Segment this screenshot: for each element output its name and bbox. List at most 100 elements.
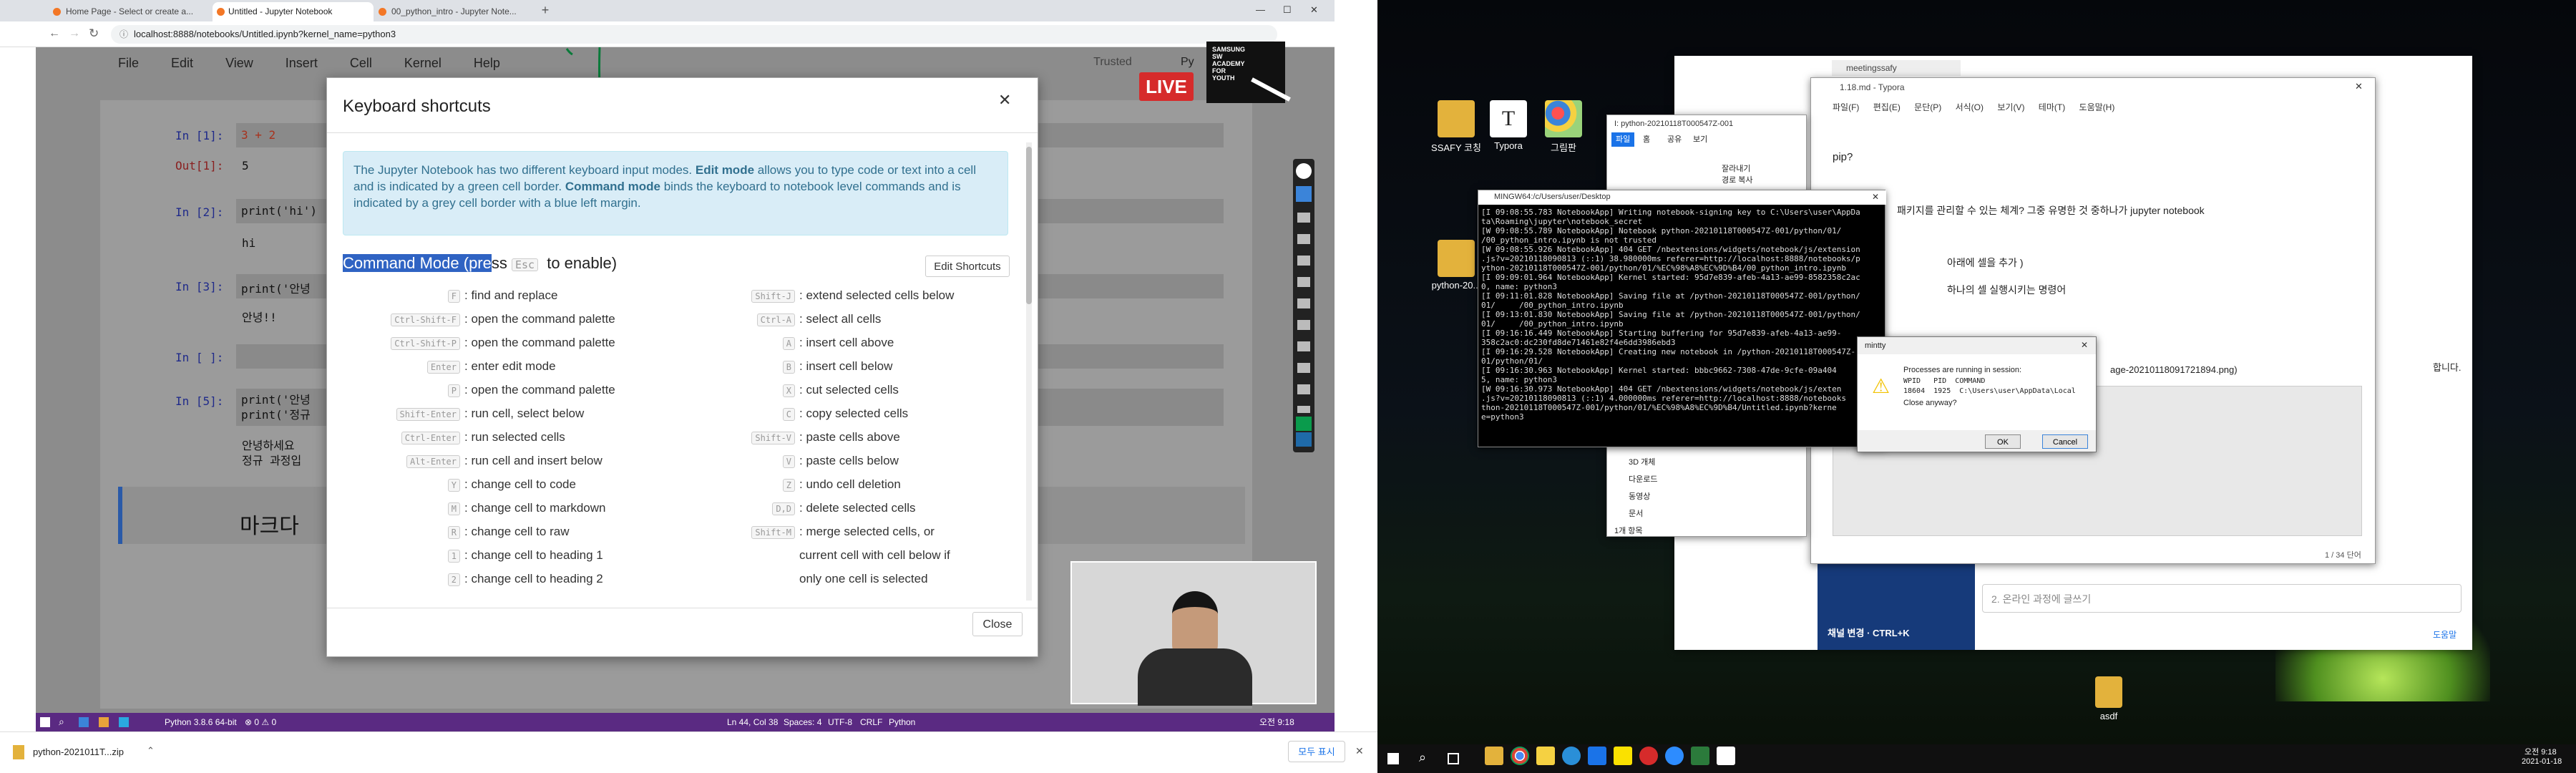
desktop-icon-paint[interactable]: 그림판 xyxy=(1524,100,1603,154)
search-icon[interactable]: ⌕ xyxy=(1419,750,1426,765)
menu-item[interactable]: 보기(V) xyxy=(1997,102,2024,112)
nav-item-3d[interactable]: 3D 개체 xyxy=(1629,456,1655,467)
explorer-tab[interactable]: 홈 xyxy=(1643,132,1650,147)
menu-edit[interactable]: Edit xyxy=(171,56,193,70)
browser-tab-home[interactable]: Home Page - Select or create a... xyxy=(50,2,211,21)
cancel-button[interactable]: Cancel xyxy=(2042,434,2088,449)
close-icon[interactable]: ✕ xyxy=(1310,4,1318,16)
windows-start-icon[interactable] xyxy=(1387,753,1399,764)
shortcut-key: Enter xyxy=(426,361,460,374)
mail-icon[interactable] xyxy=(1588,747,1606,765)
download-menu-icon[interactable]: ⌃ xyxy=(147,745,155,757)
ribbon-copy-path[interactable]: 경로 복사 xyxy=(1722,174,1753,185)
cursor-icon[interactable] xyxy=(1296,186,1312,202)
modal-scrollbar[interactable] xyxy=(1026,142,1032,601)
color-swatch-green[interactable] xyxy=(1296,417,1312,431)
scroll-thumb[interactable] xyxy=(1026,147,1032,304)
edit-shortcuts-button[interactable]: Edit Shortcuts xyxy=(925,256,1010,277)
new-tab-button[interactable]: + xyxy=(538,3,552,19)
search-icon[interactable]: ⌕ xyxy=(59,716,64,728)
nav-item-downloads[interactable]: 다운로드 xyxy=(1629,473,1657,485)
terminal-line: [W 09:08:55.926 NotebookApp] 404 GET /nb… xyxy=(1481,245,1860,254)
ok-button[interactable]: OK xyxy=(1985,434,2021,449)
address-bar[interactable]: ⓘ localhost:8888/notebooks/Untitled.ipyn… xyxy=(111,25,1277,44)
modal-close-button[interactable]: Close xyxy=(972,612,1023,636)
problems-count[interactable]: ⊗ 0 ⚠ 0 xyxy=(245,713,276,731)
app-icon[interactable] xyxy=(79,717,89,727)
desktop-icon-asdf[interactable]: asdf xyxy=(2069,676,2148,721)
dialog-close-icon[interactable]: ✕ xyxy=(2081,340,2088,350)
browser-tab-untitled[interactable]: Untitled - Jupyter Notebook xyxy=(213,2,374,21)
file-explorer-icon[interactable] xyxy=(1485,747,1503,765)
pen-tool-icon[interactable] xyxy=(1296,163,1312,179)
back-icon[interactable]: ← xyxy=(49,27,60,40)
dialog-title: mintty xyxy=(1865,341,1886,350)
modal-close-icon[interactable]: ✕ xyxy=(998,91,1011,110)
tab-label: Untitled - Jupyter Notebook xyxy=(228,6,333,16)
indent-setting[interactable]: Spaces: 4 xyxy=(784,713,821,731)
download-filename[interactable]: python-2021011T...zip xyxy=(33,747,124,757)
menu-help[interactable]: Help xyxy=(474,56,500,70)
menu-item[interactable]: 편집(E) xyxy=(1873,102,1901,112)
taskbar-time[interactable]: 오전 9:18 xyxy=(2524,746,2557,757)
eol[interactable]: CRLF xyxy=(860,713,882,731)
chrome-icon[interactable] xyxy=(1511,747,1529,765)
typora-icon: T xyxy=(1490,100,1527,137)
menu-item[interactable]: 도움말(H) xyxy=(2079,102,2115,112)
app-icon[interactable] xyxy=(1691,747,1709,765)
menu-item[interactable]: 테마(T) xyxy=(2039,102,2065,112)
message-input[interactable]: 2. 온라인 과정에 글쓰기 xyxy=(1982,584,2462,613)
show-all-button[interactable]: 모두 표시 xyxy=(1288,741,1345,762)
zoom-icon[interactable] xyxy=(1665,747,1684,765)
shortcut-key: 1 xyxy=(447,550,460,563)
terminal-icon[interactable] xyxy=(1717,747,1735,765)
encoding[interactable]: UTF-8 xyxy=(828,713,852,731)
terminal-line: 358c2ac0:dc230fd8de71461e82f4e6dd3986ebd… xyxy=(1481,338,1676,347)
typora-line: age-20210118091721894.png) xyxy=(2110,364,2238,375)
kakaotalk-icon[interactable] xyxy=(1614,747,1632,765)
menu-item[interactable]: 문단(P) xyxy=(1914,102,1941,112)
notes-icon[interactable] xyxy=(1536,747,1555,765)
nav-item-videos[interactable]: 동영상 xyxy=(1629,490,1650,502)
menu-kernel[interactable]: Kernel xyxy=(404,56,441,70)
reload-icon[interactable]: ↻ xyxy=(89,26,99,41)
task-view-icon[interactable] xyxy=(1448,753,1459,764)
explorer-tab[interactable]: 보기 xyxy=(1693,132,1707,147)
trusted-badge[interactable]: Trusted xyxy=(1084,56,1141,73)
python-version[interactable]: Python 3.8.6 64-bit xyxy=(165,713,237,731)
tool-icon[interactable] xyxy=(1297,213,1310,413)
explorer-tab[interactable]: 공유 xyxy=(1667,132,1682,147)
explorer-tab-file[interactable]: 파일 xyxy=(1611,132,1635,147)
app-icon[interactable] xyxy=(119,717,129,727)
terminal-close-icon[interactable]: ✕ xyxy=(1872,192,1879,202)
windows-start-icon[interactable] xyxy=(40,717,50,727)
cursor-position[interactable]: Ln 44, Col 38 xyxy=(727,713,778,731)
terminal-line: 0, name: python3 xyxy=(1481,282,1557,291)
menu-file[interactable]: File xyxy=(118,56,139,70)
help-link[interactable]: 도움말 xyxy=(2433,628,2457,641)
color-swatch-teal[interactable] xyxy=(1296,432,1312,447)
language-mode[interactable]: Python xyxy=(889,713,915,731)
edge-icon[interactable] xyxy=(1562,747,1581,765)
recorder-icon[interactable] xyxy=(1639,747,1658,765)
app-icon[interactable] xyxy=(99,717,109,727)
channel-switch[interactable]: 채널 변경 · CTRL+K xyxy=(1828,626,1910,639)
menu-item[interactable]: 파일(F) xyxy=(1833,102,1859,112)
menu-cell[interactable]: Cell xyxy=(350,56,372,70)
forward-icon[interactable]: → xyxy=(69,27,80,40)
live-badge: LIVE xyxy=(1139,72,1194,101)
ribbon-cut[interactable]: 잘라내기 xyxy=(1722,162,1750,174)
word-count[interactable]: 1 / 34 단어 xyxy=(2325,549,2361,560)
meeting-tab[interactable]: meetingssafy xyxy=(1832,60,1961,76)
typora-close-icon[interactable]: ✕ xyxy=(2355,81,2363,92)
download-bar-close-icon[interactable]: ✕ xyxy=(1355,745,1364,757)
menu-insert[interactable]: Insert xyxy=(286,56,318,70)
shortcut-row: C: copy selected cells xyxy=(670,404,1014,424)
menu-view[interactable]: View xyxy=(225,56,253,70)
taskbar-date[interactable]: 2021-01-18 xyxy=(2522,757,2562,766)
minimize-icon[interactable]: — xyxy=(1256,4,1265,15)
menu-item[interactable]: 서식(O) xyxy=(1956,102,1984,112)
browser-tab-intro[interactable]: 00_python_intro - Jupyter Note... xyxy=(376,2,537,21)
maximize-icon[interactable]: ☐ xyxy=(1283,4,1292,16)
nav-item-documents[interactable]: 문서 xyxy=(1629,507,1643,519)
